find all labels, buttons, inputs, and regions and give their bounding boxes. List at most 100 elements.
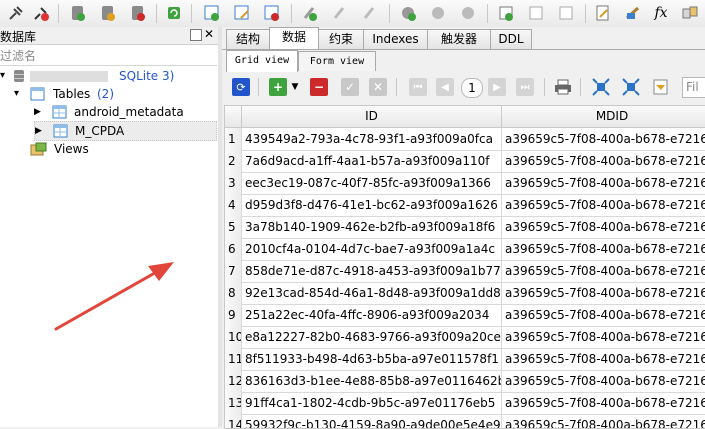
cell-mdid[interactable]: a39659c5-7f08-400a-b678-e72169c (502, 150, 705, 173)
add-index-icon[interactable] (300, 3, 320, 23)
cell-mdid[interactable]: a39659c5-7f08-400a-b678-e72169c (502, 194, 705, 217)
cell-mdid[interactable]: a39659c5-7f08-400a-b678-e72169c (502, 304, 705, 327)
tree-collapse-icon[interactable]: ▶ (34, 103, 41, 121)
edit-table-icon[interactable] (232, 3, 252, 23)
fit-columns-icon[interactable] (592, 78, 610, 96)
next-page-icon[interactable]: ▶ (488, 78, 506, 96)
tab-triggers[interactable]: 触发器 (427, 29, 491, 49)
first-page-icon[interactable]: ⏮ (409, 78, 427, 96)
tab-ddl[interactable]: DDL (490, 29, 532, 49)
edit-index-icon[interactable] (330, 3, 350, 23)
views-folder-icon (30, 142, 48, 161)
cell-id[interactable]: 439549a2-793a-4c78-93f1-a93f009a0fca (242, 128, 502, 151)
cell-id[interactable]: 836163d3-b1ee-4e88-85b8-a97e0116462b (242, 370, 502, 393)
cell-mdid[interactable]: a39659c5-7f08-400a-b678-e72169c (502, 348, 705, 371)
cell-id[interactable]: 3a78b140-1909-462e-b2fb-a93f009a18f6 (242, 216, 502, 239)
remove-database-icon[interactable] (128, 3, 148, 23)
float-panel-icon[interactable] (190, 29, 202, 41)
table-row[interactable]: 8 92e13cad-854d-46a1-8d48-a93f009a1dd8 a39… (225, 282, 705, 305)
page-number[interactable]: 1 (461, 78, 483, 98)
cell-id[interactable]: e8a12227-82b0-4683-9766-a93f009a20ce (242, 326, 502, 349)
table-row[interactable]: 1 439549a2-793a-4c78-93f1-a93f009a0fca a39… (225, 128, 705, 151)
tab-structure[interactable]: 结构 (226, 29, 270, 49)
tree-collapse-icon[interactable]: ▶ (35, 122, 42, 140)
table-row[interactable]: 7 858de71e-d87c-4918-a453-a93f009a1b77 a39… (225, 260, 705, 283)
grid-filter-input[interactable]: Fil (682, 77, 705, 98)
cell-mdid[interactable]: a39659c5-7f08-400a-b678-e72169c (502, 216, 705, 239)
refresh-icon[interactable] (164, 3, 184, 23)
connect-icon[interactable] (6, 3, 26, 23)
delete-index-icon[interactable] (360, 3, 380, 23)
cell-mdid[interactable]: a39659c5-7f08-400a-b678-e72169c (502, 392, 705, 415)
column-header-id[interactable]: ID (242, 106, 502, 128)
delete-table-icon[interactable] (262, 3, 282, 23)
edit-database-icon[interactable] (98, 3, 118, 23)
last-page-icon[interactable]: ⏭ (516, 78, 534, 96)
table-row[interactable]: 9 251a22ec-40fa-4ffc-8906-a93f009a2034 a39… (225, 304, 705, 327)
tree-database-node[interactable]: ▾ SQLite 3) (0, 67, 217, 85)
corner-header[interactable] (225, 106, 242, 128)
tab-indexes[interactable]: Indexes (363, 29, 428, 49)
add-view-icon[interactable] (496, 3, 516, 23)
cell-id[interactable]: 2010cf4a-0104-4d7c-bae7-a93f009a1a4c (242, 238, 502, 261)
cell-id[interactable]: 8f511933-b498-4d63-b5ba-a97e011578f1 (242, 348, 502, 371)
table-name: android_metadata (74, 105, 184, 119)
cell-mdid[interactable]: a39659c5-7f08-400a-b678-e72169c (502, 370, 705, 393)
cell-mdid[interactable]: a39659c5-7f08-400a-b678-e72169c (502, 238, 705, 261)
table-row[interactable]: 10 e8a12227-82b0-4683-9766-a93f009a20ce a3… (225, 326, 705, 349)
cell-id[interactable]: 91ff4ca1-1802-4cdb-9b5c-a97e01176eb5 (242, 392, 502, 415)
table-row[interactable]: 13 91ff4ca1-1802-4cdb-9b5c-a97e01176eb5 a3… (225, 392, 705, 415)
tree-expand-icon[interactable]: ▾ (14, 85, 19, 103)
sql-editor-icon[interactable] (593, 3, 613, 23)
table-row[interactable]: 11 8f511933-b498-4d63-b5ba-a97e011578f1 a3… (225, 348, 705, 371)
filter-name-input[interactable]: 过滤名 (0, 45, 217, 66)
tab-constraints[interactable]: 约束 (318, 29, 364, 49)
cell-id[interactable]: eec3ec19-087c-40f7-85fc-a93f009a1366 (242, 172, 502, 195)
delete-trigger-icon[interactable] (458, 3, 478, 23)
cell-id[interactable]: 858de71e-d87c-4918-a453-a93f009a1b77 (242, 260, 502, 283)
fit-rows-icon[interactable] (622, 78, 640, 96)
cell-id[interactable]: 92e13cad-854d-46a1-8d48-a93f009a1dd8 (242, 282, 502, 305)
edit-view-icon[interactable] (526, 3, 546, 23)
functions-icon[interactable]: fx (651, 3, 671, 23)
tab-data[interactable]: 数据 (269, 27, 319, 50)
cell-id[interactable]: 7a6d9acd-a1ff-4aa1-b57a-a93f009a110f (242, 150, 502, 173)
cell-mdid[interactable]: a39659c5-7f08-400a-b678-e72169c (502, 128, 705, 151)
cell-mdid[interactable]: a39659c5-7f08-400a-b678-e72169c (502, 172, 705, 195)
table-row[interactable]: 2 7a6d9acd-a1ff-4aa1-b57a-a93f009a110f a39… (225, 150, 705, 173)
delete-view-icon[interactable] (556, 3, 576, 23)
tab-form-view[interactable]: Form view (298, 51, 376, 71)
cell-mdid[interactable]: a39659c5-7f08-400a-b678-e72169c (502, 326, 705, 349)
tools-icon[interactable] (623, 3, 643, 23)
cell-mdid[interactable]: a39659c5-7f08-400a-b678-e72169c (502, 282, 705, 305)
table-row[interactable]: 3 eec3ec19-087c-40f7-85fc-a93f009a1366 a39… (225, 172, 705, 195)
cell-id[interactable]: d959d3f8-d476-41e1-bc62-a93f009a1626 (242, 194, 502, 217)
tab-grid-view[interactable]: Grid view (226, 50, 298, 72)
add-table-icon[interactable] (202, 3, 222, 23)
add-trigger-icon[interactable] (398, 3, 418, 23)
previous-page-icon[interactable]: ◀ (436, 78, 454, 96)
print-icon[interactable] (554, 78, 572, 96)
row-number: 3 (225, 172, 242, 195)
table-row[interactable]: 6 2010cf4a-0104-4d7c-bae7-a93f009a1a4c a39… (225, 238, 705, 261)
table-row[interactable]: 4 d959d3f8-d476-41e1-bc62-a93f009a1626 a39… (225, 194, 705, 217)
delete-row-icon[interactable]: − (310, 78, 328, 96)
refresh-data-icon[interactable]: ⟳ (232, 78, 250, 96)
collations-icon[interactable] (680, 3, 700, 23)
insert-row-icon[interactable]: + (269, 78, 287, 96)
tree-table-item-selected[interactable]: ▶ M_CPDA (34, 121, 217, 141)
add-database-icon[interactable] (68, 3, 88, 23)
filter-icon[interactable] (652, 78, 670, 96)
disconnect-icon[interactable] (31, 3, 51, 23)
rollback-icon[interactable]: ✕ (369, 78, 387, 96)
commit-icon[interactable]: ✓ (341, 78, 359, 96)
cell-mdid[interactable]: a39659c5-7f08-400a-b678-e72169c (502, 260, 705, 283)
insert-dropdown-icon[interactable]: ▼ (289, 78, 301, 96)
table-row[interactable]: 12 836163d3-b1ee-4e88-85b8-a97e0116462b a3… (225, 370, 705, 393)
edit-trigger-icon[interactable] (428, 3, 448, 23)
tree-expand-icon[interactable]: ▾ (0, 67, 5, 85)
table-row[interactable]: 5 3a78b140-1909-462e-b2fb-a93f009a18f6 a39… (225, 216, 705, 239)
column-header-mdid[interactable]: MDID (502, 106, 705, 128)
cell-id[interactable]: 251a22ec-40fa-4ffc-8906-a93f009a2034 (242, 304, 502, 327)
close-panel-icon[interactable]: ✕ (204, 27, 214, 41)
